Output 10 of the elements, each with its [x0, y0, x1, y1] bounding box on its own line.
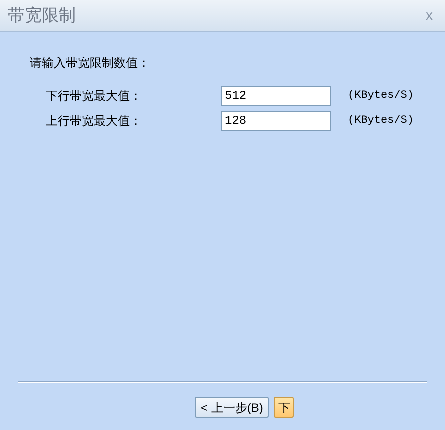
field-label: 上行带宽最大值：: [46, 113, 143, 130]
back-button[interactable]: < 上一步(B): [195, 397, 270, 418]
prompt-label: 请输入带宽限制数值：: [30, 55, 151, 72]
unit-label: (KBytes/S): [348, 114, 414, 129]
input-field[interactable]: 128: [221, 111, 331, 131]
next-button[interactable]: 下: [274, 397, 294, 418]
input-field[interactable]: 512: [221, 86, 331, 106]
field-label: 下行带宽最大值：: [46, 88, 143, 105]
unit-label: (KBytes/S): [348, 88, 414, 104]
window-title: 带宽限制: [8, 4, 76, 27]
